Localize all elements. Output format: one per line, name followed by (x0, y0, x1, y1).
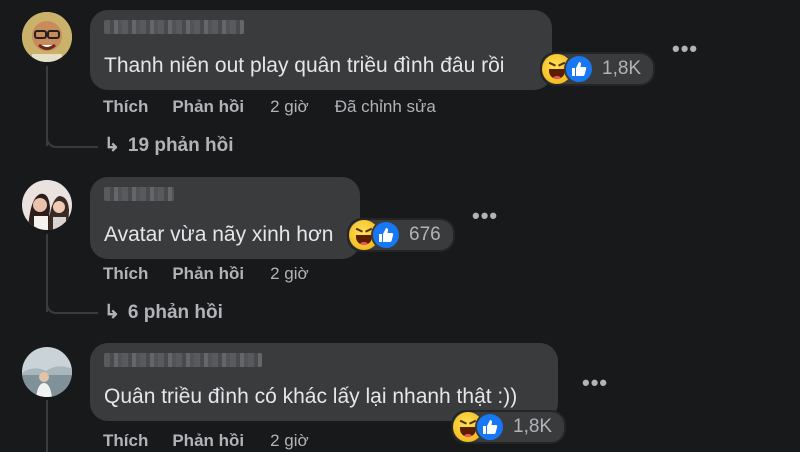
comment-text: Thanh niên out play quân triều đình đâu … (104, 54, 505, 77)
thread-elbow (46, 286, 98, 314)
timestamp[interactable]: 2 giờ (270, 97, 309, 117)
reaction-summary[interactable]: 1,8K (540, 52, 656, 86)
view-replies-button[interactable]: ↳ 6 phản hồi (104, 301, 223, 324)
comment-bubble[interactable]: Avatar vừa nãy xinh hơn (90, 177, 360, 259)
avatar[interactable] (22, 12, 72, 62)
author-name-redacted[interactable] (104, 20, 244, 34)
like-button[interactable]: Thích (103, 264, 148, 284)
comment-text: Quân triều đình có khác lấy lại nhanh th… (104, 385, 518, 408)
like-reaction-icon (371, 220, 401, 250)
avatar[interactable] (22, 180, 72, 230)
thread-elbow (46, 120, 98, 148)
edited-label: Đã chỉnh sửa (334, 97, 436, 116)
view-replies-button[interactable]: ↳ 19 phản hồi (104, 134, 234, 157)
avatar-image (22, 12, 72, 62)
avatar-image (22, 347, 72, 397)
author-name-redacted[interactable] (104, 353, 262, 367)
timestamp[interactable]: 2 giờ (270, 431, 309, 451)
comment-actions: Thích Phản hồi 2 giờ (103, 264, 309, 284)
reaction-summary[interactable]: 1,8K (451, 410, 567, 444)
reaction-count: 676 (409, 224, 441, 245)
like-button[interactable]: Thích (103, 97, 148, 117)
reply-button[interactable]: Phản hồi (172, 431, 244, 451)
like-button[interactable]: Thích (103, 431, 148, 451)
comment-actions: Thích Phản hồi 2 giờ Đã chỉnh sửa (103, 97, 436, 117)
reaction-count: 1,8K (602, 58, 642, 79)
comment-text: Avatar vừa nãy xinh hơn (104, 223, 334, 246)
reaction-count: 1,8K (513, 416, 553, 437)
like-reaction-icon (475, 412, 505, 442)
more-options-icon[interactable]: ••• (672, 36, 698, 62)
reply-arrow-icon: ↳ (104, 302, 120, 323)
reply-button[interactable]: Phản hồi (172, 97, 244, 117)
thread-line (46, 400, 48, 452)
replies-count: 19 phản hồi (127, 134, 234, 156)
avatar[interactable] (22, 347, 72, 397)
more-options-icon[interactable]: ••• (582, 370, 608, 396)
comment-actions: Thích Phản hồi 2 giờ (103, 431, 309, 451)
reaction-summary[interactable]: 676 (347, 218, 455, 252)
more-options-icon[interactable]: ••• (472, 203, 498, 229)
avatar-image (22, 180, 72, 230)
replies-count: 6 phản hồi (127, 301, 223, 323)
reply-arrow-icon: ↳ (104, 135, 120, 156)
reply-button[interactable]: Phản hồi (172, 264, 244, 284)
like-reaction-icon (564, 54, 594, 84)
timestamp[interactable]: 2 giờ (270, 264, 309, 284)
comment-bubble[interactable]: Thanh niên out play quân triều đình đâu … (90, 10, 552, 90)
author-name-redacted[interactable] (104, 187, 174, 201)
